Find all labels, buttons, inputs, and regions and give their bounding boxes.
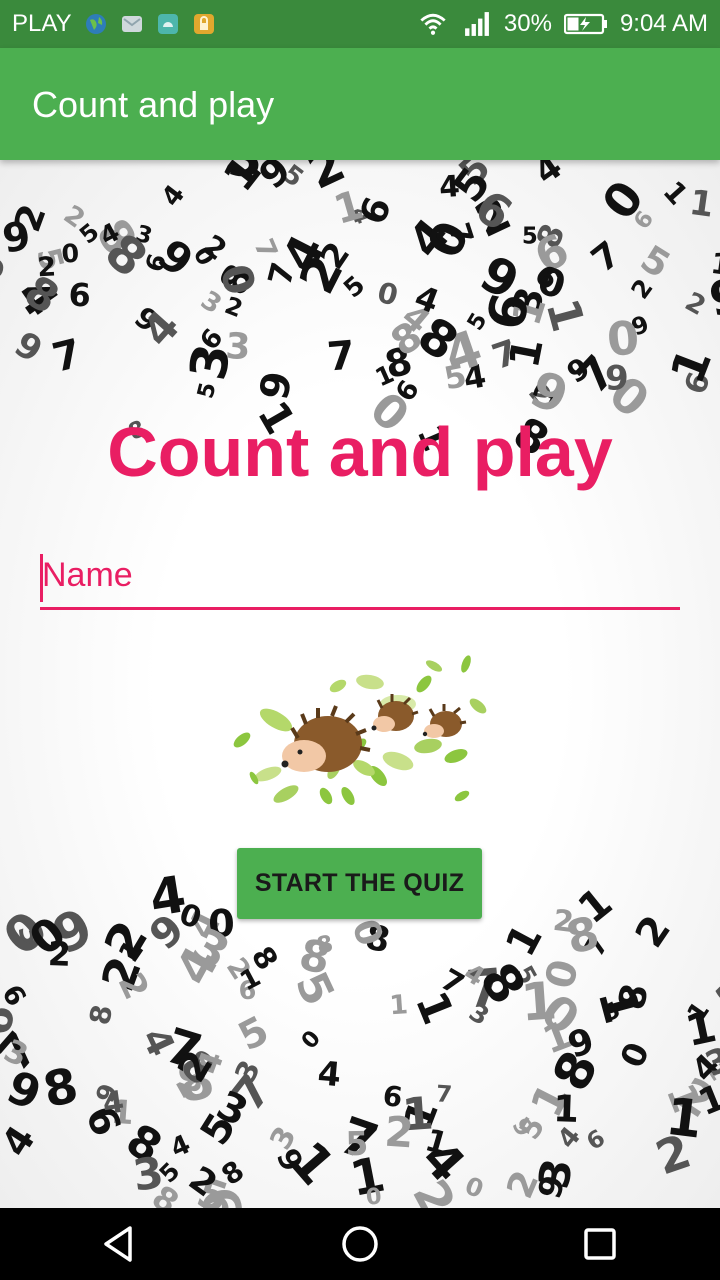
name-placeholder: Name [42,556,133,594]
background-digit: 5 [193,380,222,401]
background-digit: 4 [166,1129,195,1164]
background-digit: 0 [365,1183,383,1208]
battery-percent: 30% [503,10,552,37]
background-digit: 1 [661,341,720,391]
background-digit: 0 [605,310,642,367]
background-digit: 5 [345,1124,369,1163]
background-digit: 7 [435,1081,453,1108]
home-circle-icon [342,1226,378,1262]
background-digit: 7 [48,330,86,381]
status-right: 30% 9:04 AM [416,10,708,38]
background-digit: 1 [663,1087,706,1151]
signal-icon [464,12,489,36]
background-digit: 7 [584,233,629,280]
nav-back-button[interactable] [90,1214,150,1274]
background-digit: 6 [582,1124,610,1155]
background-digit: 8 [39,1057,83,1119]
android-icon [157,14,178,34]
background-digit: 3 [130,1148,167,1202]
background-digit: 9 [7,325,49,372]
background-digit: 4 [155,179,191,212]
background-digit: 5 [232,1008,277,1060]
background-digit: 5 [285,964,344,1013]
background-digit: 5 [522,224,538,250]
background-digit: 4 [316,1053,342,1094]
start-quiz-button[interactable]: START THE QUIZ [237,848,482,919]
background-digit: 2 [627,907,680,955]
background-digit: 0 [374,276,401,313]
background-digit: 7 [325,332,356,380]
background-digit: 4 [527,160,569,192]
app-bar: Count and play [0,48,720,160]
background-digit: 2 [680,287,711,322]
globe-icon [85,14,106,34]
recents-square-icon [584,1228,616,1260]
background-digit: 0 [296,1025,326,1054]
background-digit: 4 [0,1118,44,1164]
small-hedgehog [422,704,467,738]
background-digit: 8 [83,1002,119,1028]
lock-app-icon [193,14,214,34]
back-triangle-icon [104,1226,132,1262]
status-bar: PLAY 30% 9:04 AM [0,0,720,48]
wifi-icon [420,13,446,35]
name-input[interactable]: Name [40,552,680,610]
navigation-bar [0,1208,720,1280]
mail-icon [121,16,142,32]
nav-home-button[interactable] [330,1214,390,1274]
background-digit: 4 [438,169,461,204]
background-digit: 1 [587,981,653,1030]
status-left: PLAY [12,10,216,38]
carrier-label: PLAY [12,10,72,37]
battery-charging-icon [563,13,607,35]
background-digit: 6 [0,980,32,1012]
status-time: 9:04 AM [619,10,708,37]
app-bar-title: Count and play [32,84,275,125]
background-digit: 0 [612,1036,657,1073]
nav-recents-button[interactable] [570,1214,630,1274]
hedgehog-illustration [233,655,487,806]
main-content: 5754118164783997604260603895949539427252… [0,160,720,1208]
background-digit: 2 [383,1107,415,1158]
background-digit: 1 [405,985,463,1032]
page-title: Count and play [107,413,613,491]
background-digit: 6 [68,277,91,315]
